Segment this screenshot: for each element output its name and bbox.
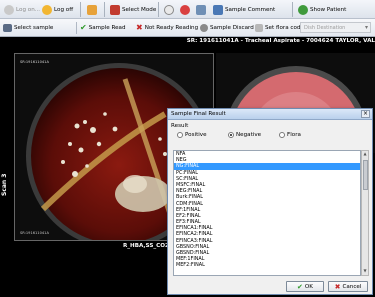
dialog-title-bar: Sample Final Result (168, 109, 372, 120)
main-toolbar: Log on... Log off Select Mode Sample Com… (0, 0, 375, 19)
flora-icon (255, 24, 263, 32)
toolbar-divider (104, 2, 105, 17)
sample-read-button[interactable]: ✔ Sample Read (80, 22, 126, 34)
sample-discard-button[interactable]: Sample Discard (200, 22, 254, 34)
checkmark-icon: ✔ (80, 23, 87, 32)
plate-id-label: SR:191611041A (20, 60, 49, 64)
refresh-button[interactable] (162, 2, 176, 17)
home-icon (87, 4, 97, 15)
tools-button[interactable] (194, 2, 208, 17)
radio-flora[interactable]: Flora (279, 132, 301, 138)
list-scrollbar[interactable]: ▲ ▼ (361, 150, 369, 276)
radio-positive[interactable]: Positive (177, 132, 207, 138)
user-logoff-icon (42, 4, 52, 15)
cancel-icon: ✖ (334, 282, 341, 291)
discard-icon (200, 24, 208, 32)
sample-comment-button[interactable]: Sample Comment (211, 2, 277, 17)
pin-button[interactable] (178, 2, 192, 17)
sample-final-result-dialog: Sample Final Result × Result Positive Ne… (167, 108, 373, 295)
radio-circle (177, 132, 183, 138)
sample-toolbar: Select sample ✔ Sample Read ✖ Not Ready … (0, 19, 375, 37)
select-sample-button[interactable]: Select sample (3, 22, 53, 34)
toolbar-divider (158, 2, 159, 17)
scroll-thumb[interactable] (363, 160, 368, 190)
log-on-button[interactable]: Log on... (2, 2, 42, 17)
result-label: Result (171, 123, 189, 129)
comment-icon (213, 4, 223, 15)
result-code-list[interactable]: NFA NEG NG:FINAL PC:FINAL SC:FINAL MSFC:FINAL… (173, 150, 361, 276)
select-mode-icon (110, 4, 120, 15)
scan-label: Scan 3 (1, 173, 8, 196)
dish-destination-dropdown[interactable]: Dish Destination ▾ (300, 22, 371, 33)
cancel-button[interactable]: ✖ Cancel (328, 281, 368, 292)
sample-info-bar: SR: 191611041A - Tracheal Aspirate - 700… (0, 37, 375, 46)
scan-panel: Scan 3 (0, 46, 14, 291)
close-button[interactable]: × (361, 110, 370, 118)
check-icon: ✔ (297, 282, 303, 291)
patient-icon (298, 4, 308, 15)
user-icon (4, 4, 14, 15)
dialog-title: Sample Final Result (171, 111, 226, 117)
tools-icon (196, 4, 206, 15)
radio-circle-selected (228, 132, 234, 138)
sample-info-text: SR: 191611041A - Tracheal Aspirate - 700… (186, 38, 375, 44)
show-patient-button[interactable]: Show Patient (296, 2, 348, 17)
result-group: Result Positive Negative Flora (171, 123, 369, 147)
radio-negative[interactable]: Negative (228, 132, 261, 138)
pin-icon (180, 4, 190, 15)
scroll-up-icon[interactable]: ▲ (362, 151, 368, 158)
list-item[interactable]: MEF2:FINAL (174, 262, 360, 268)
select-mode-button[interactable]: Select Mode (108, 2, 158, 17)
toolbar-divider (76, 22, 77, 34)
toolbar-divider (80, 2, 81, 17)
x-icon: ✖ (136, 23, 143, 32)
chevron-down-icon: ▾ (364, 24, 368, 31)
radio-circle (279, 132, 285, 138)
toolbar-divider (292, 2, 293, 17)
ok-button[interactable]: ✔ OK (286, 281, 324, 292)
home-button[interactable] (85, 2, 99, 17)
not-ready-reading-button[interactable]: ✖ Not Ready Reading (136, 22, 198, 34)
refresh-icon (164, 4, 174, 15)
set-flora-code-button[interactable]: Set flora code (255, 22, 304, 34)
scroll-down-icon[interactable]: ▼ (362, 268, 368, 275)
select-sample-icon (3, 24, 12, 32)
log-off-button[interactable]: Log off (40, 2, 75, 17)
plate-id-label-bottom: SR:191611041A (20, 231, 49, 235)
